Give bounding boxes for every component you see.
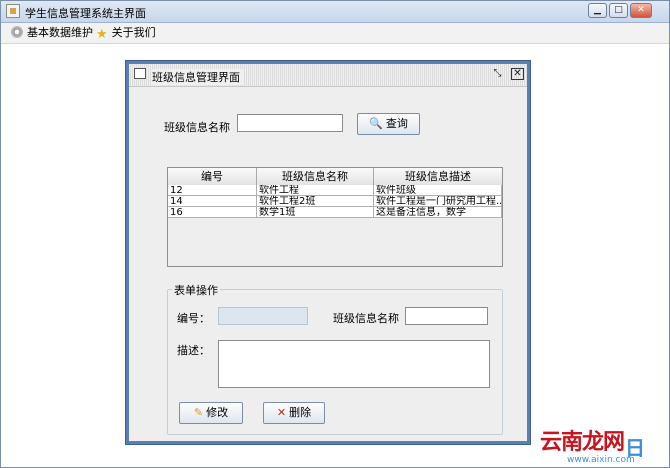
modify-button[interactable]: ✎ 修改 xyxy=(179,402,243,424)
pencil-icon: ✎ xyxy=(193,406,204,419)
cell-name: 软件工程 xyxy=(257,185,374,196)
delete-button[interactable]: ✕ 删除 xyxy=(263,402,325,424)
group-title: 表单操作 xyxy=(172,282,220,298)
cell-id: 12 xyxy=(168,185,257,196)
frame-title: 班级信息管理界面 xyxy=(152,69,244,85)
name-input[interactable] xyxy=(405,307,488,325)
main-window: 学生信息管理系统主界面 ▁ □ ✕ 基本数据维护 ★ 关于我们 班级信息管理界面 … xyxy=(0,0,670,468)
name-label: 班级信息名称 xyxy=(333,312,399,325)
id-input xyxy=(218,307,308,325)
cell-name: 软件工程2班 xyxy=(257,196,374,207)
title-bar: 学生信息管理系统主界面 ▁ □ ✕ xyxy=(1,1,669,23)
window-title: 学生信息管理系统主界面 xyxy=(25,7,146,20)
cell-id: 16 xyxy=(168,207,257,218)
menu-bar: 基本数据维护 ★ 关于我们 xyxy=(1,23,669,44)
cell-desc: 软件班级 xyxy=(374,185,502,196)
frame-icon xyxy=(134,68,146,79)
watermark-logo: 云南龙网 xyxy=(540,429,625,455)
cell-desc: 软件工程是一门研究用工程... xyxy=(374,196,502,207)
search-button-label: 查询 xyxy=(385,117,408,130)
menu-about-us-label: 关于我们 xyxy=(111,26,156,39)
table-row[interactable]: 14 软件工程2班 软件工程是一门研究用工程... xyxy=(168,196,502,207)
java-app-icon xyxy=(6,4,20,18)
star-icon: ★ xyxy=(96,27,108,42)
search-name-label: 班级信息名称 xyxy=(164,121,230,134)
column-header-name[interactable]: 班级信息名称 xyxy=(257,168,374,185)
frame-restore-button[interactable]: ⤡ xyxy=(491,68,504,80)
menu-basic-data[interactable]: 基本数据维护 xyxy=(11,26,93,40)
frame-close-button[interactable]: ✕ xyxy=(511,68,524,80)
form-operation-group: 表单操作 编号： 班级信息名称 描述： ✎ 修改 ✕ 删除 xyxy=(167,282,503,435)
gear-icon xyxy=(11,26,23,38)
delete-x-icon: ✕ xyxy=(276,406,287,419)
menu-about-us[interactable]: ★ 关于我们 xyxy=(96,26,156,42)
search-button[interactable]: 🔍 查询 xyxy=(357,113,420,135)
class-info-frame: 班级信息管理界面 ⤡ ✕ 班级信息名称 🔍 查询 编号 班级信息名称 班级信息描述… xyxy=(126,61,530,444)
search-icon: 🔍 xyxy=(369,117,383,130)
delete-button-label: 删除 xyxy=(289,406,312,419)
watermark-url: www.aixin.com xyxy=(567,455,635,465)
table-row[interactable]: 12 软件工程 软件班级 xyxy=(168,185,502,196)
desc-textarea[interactable] xyxy=(218,340,490,388)
menu-basic-data-label: 基本数据维护 xyxy=(27,26,93,39)
table-row[interactable]: 16 数学1班 这是备注信息，数学 xyxy=(168,207,502,218)
column-header-desc[interactable]: 班级信息描述 xyxy=(374,168,502,185)
desc-label: 描述： xyxy=(177,344,210,357)
class-table[interactable]: 编号 班级信息名称 班级信息描述 12 软件工程 软件班级 14 软件工程2班 … xyxy=(167,167,503,267)
id-label: 编号： xyxy=(177,312,210,325)
cell-desc: 这是备注信息，数学 xyxy=(374,207,502,218)
column-header-id[interactable]: 编号 xyxy=(168,168,257,185)
search-name-input[interactable] xyxy=(237,114,343,132)
table-header: 编号 班级信息名称 班级信息描述 xyxy=(168,168,502,186)
cell-id: 14 xyxy=(168,196,257,207)
close-button[interactable]: ✕ xyxy=(630,3,652,18)
cell-name: 数学1班 xyxy=(257,207,374,218)
modify-button-label: 修改 xyxy=(206,406,229,419)
maximize-button[interactable]: □ xyxy=(609,3,628,18)
minimize-button[interactable]: ▁ xyxy=(588,3,607,18)
frame-title-bar: 班级信息管理界面 ⤡ ✕ xyxy=(129,64,527,87)
